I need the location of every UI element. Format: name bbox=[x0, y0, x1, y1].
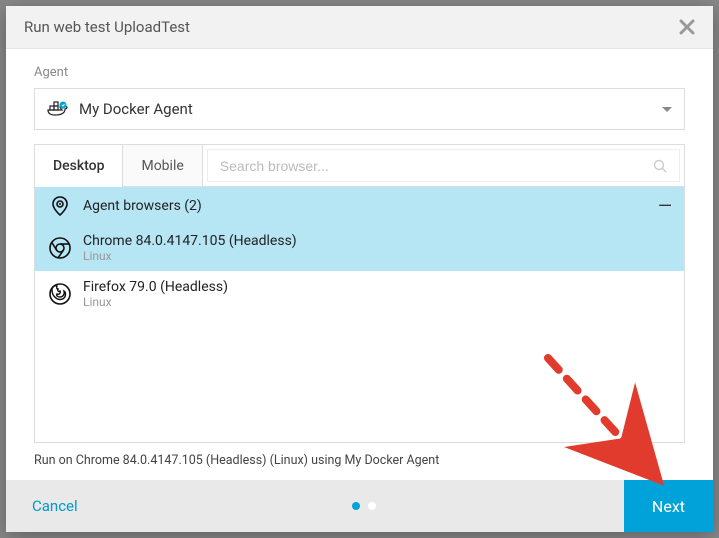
search-wrap bbox=[207, 149, 680, 182]
browser-list: Agent browsers (2) — Chro bbox=[35, 187, 684, 442]
search-input[interactable] bbox=[220, 158, 653, 174]
close-icon bbox=[679, 19, 695, 35]
cancel-button[interactable]: Cancel bbox=[6, 480, 104, 532]
browser-row-chrome[interactable]: Chrome 84.0.4147.105 (Headless) Linux bbox=[35, 225, 684, 271]
browser-panel: Desktop Mobile bbox=[34, 144, 685, 443]
dialog-body: Agent My Docker Agent Desktop Mobile bbox=[6, 49, 713, 480]
dialog-footer: Cancel Next bbox=[6, 480, 713, 532]
browser-name: Chrome 84.0.4147.105 (Headless) bbox=[83, 233, 297, 249]
run-test-dialog: Run web test UploadTest Agent My Docker … bbox=[6, 6, 713, 532]
search-icon bbox=[653, 159, 667, 173]
tab-desktop[interactable]: Desktop bbox=[35, 145, 123, 186]
collapse-icon: — bbox=[658, 196, 672, 217]
agent-selected-name: My Docker Agent bbox=[79, 100, 662, 118]
step-dot-2 bbox=[368, 502, 376, 510]
dialog-header: Run web test UploadTest bbox=[6, 6, 713, 49]
browser-os: Linux bbox=[83, 295, 228, 309]
step-dot-1 bbox=[352, 502, 360, 510]
next-button[interactable]: Next bbox=[624, 480, 713, 532]
agent-label: Agent bbox=[34, 65, 685, 80]
dialog-title: Run web test UploadTest bbox=[24, 18, 190, 36]
docker-agent-icon bbox=[47, 98, 69, 120]
browser-os: Linux bbox=[83, 249, 297, 263]
run-summary: Run on Chrome 84.0.4147.105 (Headless) (… bbox=[34, 443, 685, 472]
chrome-icon bbox=[47, 236, 73, 260]
panel-toolbar: Desktop Mobile bbox=[35, 145, 684, 187]
browser-row-firefox[interactable]: Firefox 79.0 (Headless) Linux bbox=[35, 271, 684, 317]
firefox-icon bbox=[47, 282, 73, 306]
close-button[interactable] bbox=[679, 19, 695, 35]
browser-name: Firefox 79.0 (Headless) bbox=[83, 279, 228, 295]
browser-info: Firefox 79.0 (Headless) Linux bbox=[83, 279, 228, 309]
tab-mobile[interactable]: Mobile bbox=[123, 145, 202, 186]
browser-info: Chrome 84.0.4147.105 (Headless) Linux bbox=[83, 233, 297, 263]
agent-select[interactable]: My Docker Agent bbox=[34, 88, 685, 130]
agent-group-icon bbox=[47, 195, 73, 217]
group-title: Agent browsers (2) bbox=[83, 198, 658, 214]
browser-group-header[interactable]: Agent browsers (2) — bbox=[35, 187, 684, 225]
caret-down-icon bbox=[662, 107, 672, 112]
step-indicator bbox=[104, 480, 624, 532]
